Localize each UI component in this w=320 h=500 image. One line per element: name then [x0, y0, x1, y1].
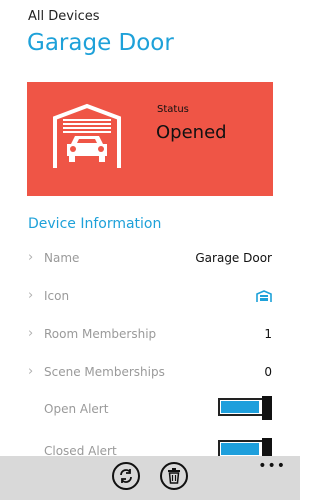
- page-title: Garage Door: [27, 30, 174, 56]
- refresh-icon: [120, 469, 132, 483]
- chevron-right-icon: ›: [28, 326, 34, 341]
- delete-button[interactable]: [160, 462, 188, 490]
- toggle-fill: [221, 401, 259, 413]
- row-value: Garage Door: [195, 251, 272, 265]
- toggle-fill: [221, 443, 259, 455]
- status-value: Opened: [156, 122, 227, 143]
- chevron-right-icon: ›: [28, 364, 34, 379]
- status-label: Status: [157, 104, 189, 115]
- row-scene-memberships[interactable]: › Scene Memberships 0: [28, 360, 274, 386]
- trash-icon: [168, 468, 180, 484]
- garage-icon: [256, 290, 272, 302]
- toggle-thumb: [262, 396, 272, 420]
- row-value: 1: [264, 327, 272, 341]
- app-bar: •••: [0, 456, 300, 500]
- row-value: 0: [264, 365, 272, 379]
- row-label: Icon: [44, 289, 70, 303]
- row-label: Name: [44, 251, 80, 265]
- status-card: Status Opened: [27, 82, 273, 196]
- garage-car-icon: [53, 103, 121, 168]
- chevron-right-icon: ›: [28, 288, 34, 303]
- row-label: Scene Memberships: [44, 365, 165, 379]
- row-icon[interactable]: › Icon: [28, 284, 274, 310]
- chevron-right-icon: ›: [28, 250, 34, 265]
- open-alert-label: Open Alert: [44, 402, 109, 416]
- row-room-membership[interactable]: › Room Membership 1: [28, 322, 274, 348]
- open-alert-toggle[interactable]: [218, 396, 272, 420]
- breadcrumb[interactable]: All Devices: [28, 9, 99, 24]
- device-information-heading: Device Information: [28, 216, 162, 232]
- row-name[interactable]: › Name Garage Door: [28, 246, 274, 272]
- row-label: Room Membership: [44, 327, 157, 341]
- refresh-button[interactable]: [112, 462, 140, 490]
- more-menu-button[interactable]: •••: [258, 458, 286, 474]
